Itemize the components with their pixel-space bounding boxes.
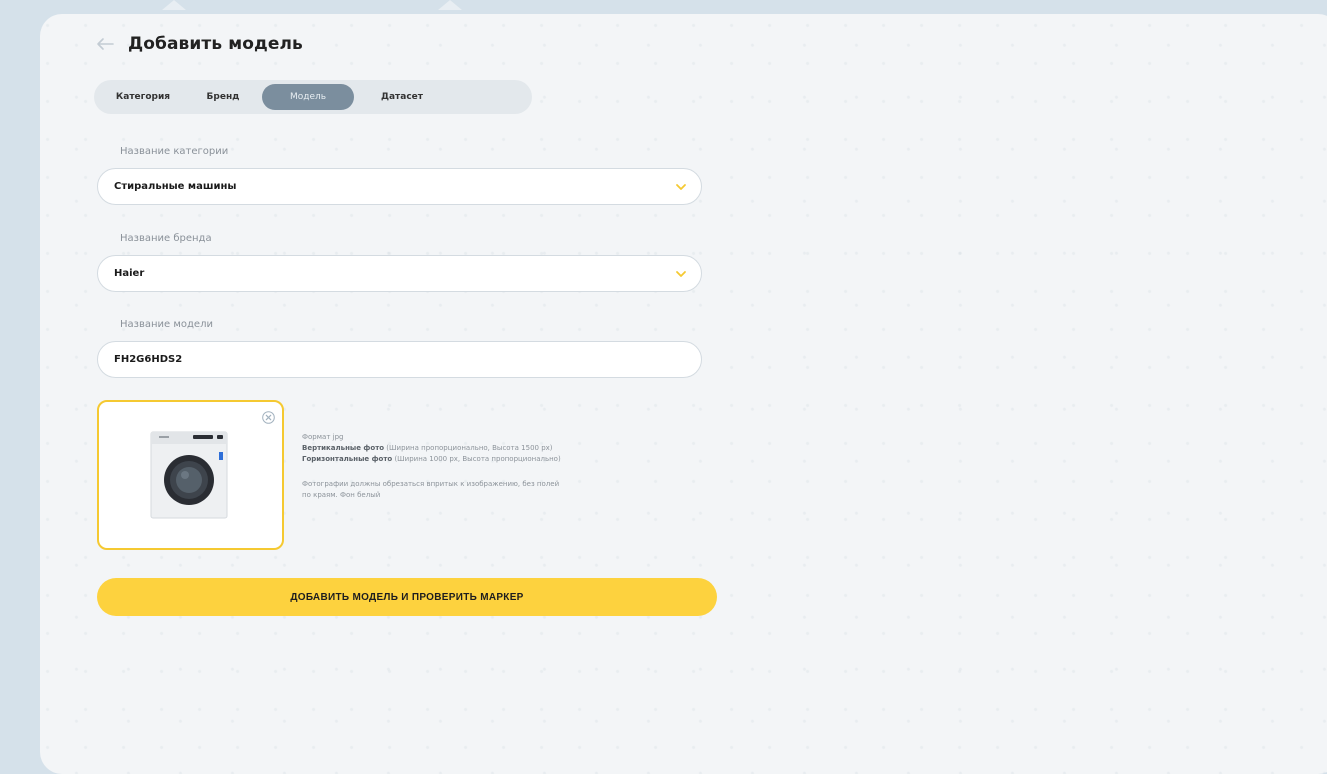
- vertical-photo-title: Вертикальные фото: [302, 444, 385, 452]
- upload-requirements: Формат jpg Вертикальные фото (Ширина про…: [302, 432, 712, 501]
- brand-value: Haier: [114, 268, 145, 279]
- back-arrow-icon[interactable]: [96, 37, 114, 51]
- tab-model[interactable]: Модель: [262, 84, 354, 110]
- photo-upload[interactable]: [97, 400, 284, 550]
- crop-note-line-1: Фотографии должны обрезаться впритык к и…: [302, 480, 560, 488]
- vertical-photo-text: (Ширина пропорционально, Высота 1500 px): [386, 444, 553, 452]
- tab-category[interactable]: Категория: [102, 84, 184, 110]
- background-decoration: [438, 0, 462, 10]
- washing-machine-photo: [149, 430, 229, 520]
- page-title: Добавить модель: [128, 34, 303, 54]
- crop-note-line-2: по краям. Фон белый: [302, 491, 381, 499]
- chevron-down-icon[interactable]: [675, 268, 687, 280]
- category-value: Стиральные машины: [114, 181, 237, 192]
- category-label: Название категории: [120, 146, 229, 157]
- add-model-button[interactable]: ДОБАВИТЬ МОДЕЛЬ И ПРОВЕРИТЬ МАРКЕР: [97, 578, 717, 616]
- tab-dataset[interactable]: Датасет: [354, 84, 450, 110]
- brand-label: Название бренда: [120, 233, 212, 244]
- format-line: Формат jpg: [302, 433, 344, 441]
- chevron-down-icon[interactable]: [675, 181, 687, 193]
- category-select[interactable]: Стиральные машины: [97, 168, 702, 205]
- step-tabs: Категория Бренд Модель Датасет: [94, 80, 532, 114]
- horizontal-photo-line: Горизонтальные фото (Ширина 1000 px, Выс…: [302, 454, 712, 465]
- model-label: Название модели: [120, 319, 213, 330]
- background-decoration: [162, 0, 186, 10]
- model-input[interactable]: FH2G6HDS2: [97, 341, 702, 378]
- vertical-photo-line: Вертикальные фото (Ширина пропорциональн…: [302, 443, 712, 454]
- tab-brand[interactable]: Бренд: [184, 84, 262, 110]
- close-icon[interactable]: [262, 409, 275, 424]
- model-value: FH2G6HDS2: [114, 354, 183, 365]
- brand-select[interactable]: Haier: [97, 255, 702, 292]
- page-header: Добавить модель: [96, 34, 303, 54]
- main-panel: Добавить модель Категория Бренд Модель Д…: [40, 14, 1327, 774]
- horizontal-photo-title: Горизонтальные фото: [302, 455, 393, 463]
- horizontal-photo-text: (Ширина 1000 px, Высота пропорционально): [394, 455, 561, 463]
